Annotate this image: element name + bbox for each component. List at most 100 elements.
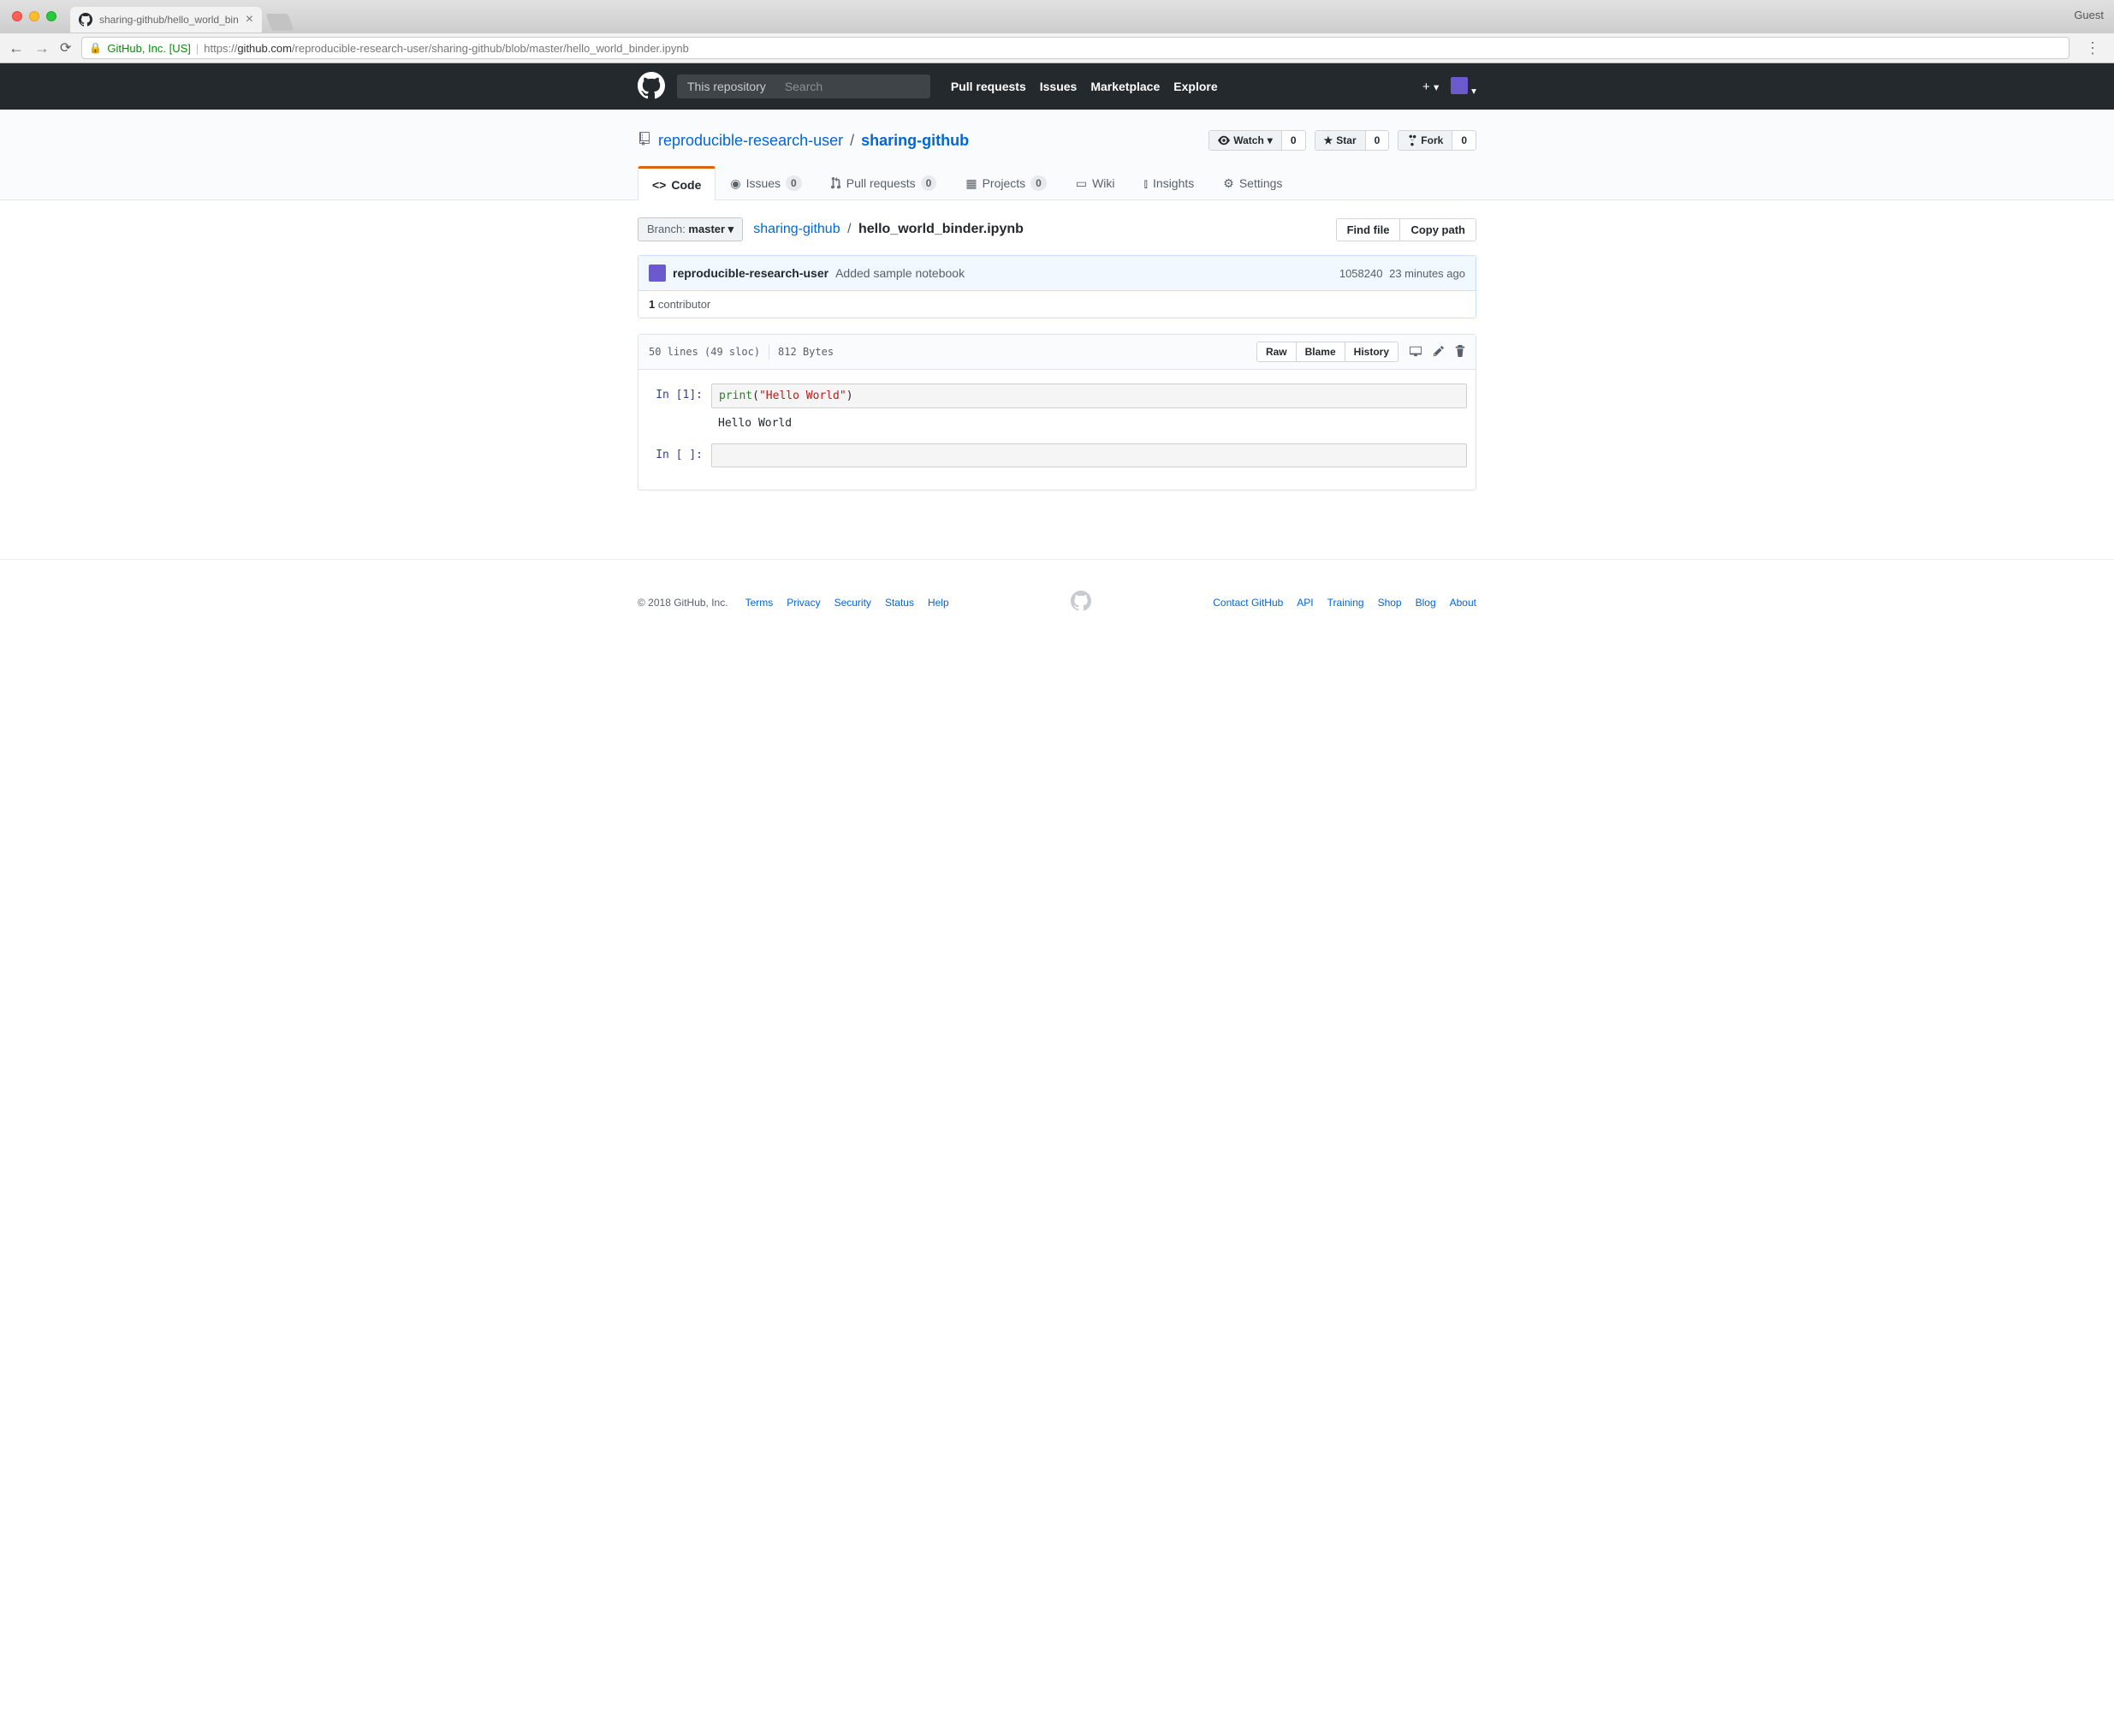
file-nav: Branch: master ▾ sharing-github / hello_… (638, 217, 1476, 241)
footer-contact[interactable]: Contact GitHub (1213, 597, 1283, 609)
file-actions: Find file Copy path (1336, 218, 1476, 241)
footer-privacy[interactable]: Privacy (787, 597, 820, 609)
search-input[interactable] (776, 74, 930, 98)
repo-title: reproducible-research-user / sharing-git… (638, 130, 1476, 151)
nav-issues[interactable]: Issues (1040, 80, 1078, 93)
book-icon: ▭ (1076, 176, 1087, 191)
file-lines: 50 lines (49 sloc) (649, 346, 760, 358)
watch-button[interactable]: Watch ▾ 0 (1208, 130, 1305, 151)
nav-pull-requests[interactable]: Pull requests (951, 80, 1026, 93)
nb-code-cell-2 (711, 443, 1467, 467)
contributors: 1 contributor (638, 290, 1476, 318)
trash-icon[interactable] (1455, 345, 1465, 360)
repo-actions: Watch ▾ 0 ★Star 0 Fork 0 (1208, 130, 1476, 151)
github-header: This repository Pull requests Issues Mar… (0, 63, 2114, 110)
commit-sha[interactable]: 1058240 (1339, 267, 1383, 280)
issue-icon: ◉ (730, 176, 740, 191)
tab-insights[interactable]: ⫾Insights (1130, 166, 1209, 199)
close-tab-icon[interactable]: × (246, 12, 253, 27)
footer-security[interactable]: Security (834, 597, 871, 609)
create-new-dropdown[interactable]: + ▾ (1422, 80, 1439, 94)
edit-icon[interactable] (1433, 345, 1445, 360)
nb-prompt-2: In [ ]: (647, 443, 711, 467)
close-window-icon[interactable] (12, 11, 22, 21)
file-size: 812 Bytes (778, 346, 834, 358)
project-icon: ▦ (965, 176, 977, 191)
footer-terms[interactable]: Terms (745, 597, 774, 609)
url-text: https://github.com/reproducible-research… (204, 42, 689, 55)
commit-time: 23 minutes ago (1389, 267, 1465, 280)
user-menu[interactable]: ▾ (1451, 77, 1476, 97)
tab-issues[interactable]: ◉Issues0 (716, 166, 816, 199)
commit-row: reproducible-research-user Added sample … (638, 256, 1476, 290)
nb-output-1: Hello World (711, 412, 799, 440)
footer-right-links: Contact GitHub API Training Shop Blog Ab… (1213, 597, 1476, 609)
address-bar: ← → ⟳ 🔒 GitHub, Inc. [US] | https://gith… (0, 33, 2114, 63)
branch-select-button[interactable]: Branch: master ▾ (638, 217, 743, 241)
commit-avatar-icon[interactable] (649, 265, 666, 282)
footer-api[interactable]: API (1297, 597, 1313, 609)
tab-wiki[interactable]: ▭Wiki (1061, 166, 1130, 199)
avatar-icon (1451, 77, 1468, 94)
footer-about[interactable]: About (1450, 597, 1476, 609)
github-logo-icon[interactable] (638, 72, 665, 102)
footer-left-links: Terms Privacy Security Status Help (745, 597, 949, 609)
minimize-window-icon[interactable] (29, 11, 39, 21)
breadcrumb: sharing-github / hello_world_binder.ipyn… (753, 222, 1024, 237)
browser-menu-icon[interactable]: ⋮ (2080, 39, 2105, 57)
commit-message[interactable]: Added sample notebook (835, 266, 965, 280)
github-mark-icon[interactable] (1071, 591, 1091, 614)
footer-training[interactable]: Training (1327, 597, 1364, 609)
tab-settings[interactable]: ⚙Settings (1208, 166, 1297, 199)
reload-button[interactable]: ⟳ (60, 39, 71, 56)
footer-blog[interactable]: Blog (1416, 597, 1436, 609)
star-button[interactable]: ★Star 0 (1315, 130, 1390, 151)
browser-tab[interactable]: sharing-github/hello_world_bin × (70, 7, 262, 33)
find-file-button[interactable]: Find file (1337, 219, 1400, 241)
raw-button[interactable]: Raw (1257, 342, 1296, 361)
tab-code[interactable]: <>Code (638, 166, 716, 200)
fork-button[interactable]: Fork 0 (1398, 130, 1476, 151)
footer-status[interactable]: Status (885, 597, 914, 609)
graph-icon: ⫾ (1144, 176, 1148, 191)
new-tab-button[interactable] (265, 14, 294, 31)
nav-marketplace[interactable]: Marketplace (1090, 80, 1160, 93)
history-button[interactable]: History (1345, 342, 1398, 361)
fork-count[interactable]: 0 (1452, 131, 1476, 150)
nav-explore[interactable]: Explore (1173, 80, 1217, 93)
main-content: Branch: master ▾ sharing-github / hello_… (638, 200, 1476, 525)
star-count[interactable]: 0 (1365, 131, 1389, 150)
repo-header: reproducible-research-user / sharing-git… (0, 110, 2114, 200)
url-field[interactable]: 🔒 GitHub, Inc. [US] | https://github.com… (81, 37, 2069, 59)
commit-author[interactable]: reproducible-research-user (673, 266, 828, 280)
url-separator: | (196, 42, 199, 55)
forward-button: → (34, 39, 50, 57)
nb-prompt-1: In [1]: (647, 383, 711, 408)
tab-projects[interactable]: ▦Projects0 (951, 166, 1061, 199)
tab-pull-requests[interactable]: Pull requests0 (817, 166, 952, 199)
back-button[interactable]: ← (9, 39, 24, 57)
tab-bar: sharing-github/hello_world_bin × Guest (0, 0, 2114, 33)
url-org: GitHub, Inc. [US] (107, 42, 191, 55)
breadcrumb-file: hello_world_binder.ipynb (858, 222, 1024, 236)
breadcrumb-repo[interactable]: sharing-github (753, 222, 840, 236)
repo-name-link[interactable]: sharing-github (861, 132, 969, 150)
nb-code-cell-1: print("Hello World") (711, 383, 1467, 408)
footer-shop[interactable]: Shop (1378, 597, 1402, 609)
browser-chrome: sharing-github/hello_world_bin × Guest ←… (0, 0, 2114, 63)
repo-owner-link[interactable]: reproducible-research-user (658, 132, 843, 150)
search-scope-button[interactable]: This repository (677, 74, 776, 98)
fork-icon (1407, 134, 1417, 146)
maximize-window-icon[interactable] (46, 11, 56, 21)
blame-button[interactable]: Blame (1296, 342, 1345, 361)
commit-box: reproducible-research-user Added sample … (638, 255, 1476, 318)
commit-meta: 1058240 23 minutes ago (1339, 267, 1465, 280)
watch-count[interactable]: 0 (1281, 131, 1305, 150)
file-view-buttons: Raw Blame History (1256, 342, 1398, 362)
desktop-icon[interactable] (1409, 345, 1422, 360)
lock-icon: 🔒 (89, 42, 102, 54)
copy-path-button[interactable]: Copy path (1399, 219, 1476, 241)
footer: © 2018 GitHub, Inc. Terms Privacy Securi… (0, 559, 2114, 645)
gear-icon: ⚙ (1223, 176, 1234, 191)
footer-help[interactable]: Help (928, 597, 949, 609)
